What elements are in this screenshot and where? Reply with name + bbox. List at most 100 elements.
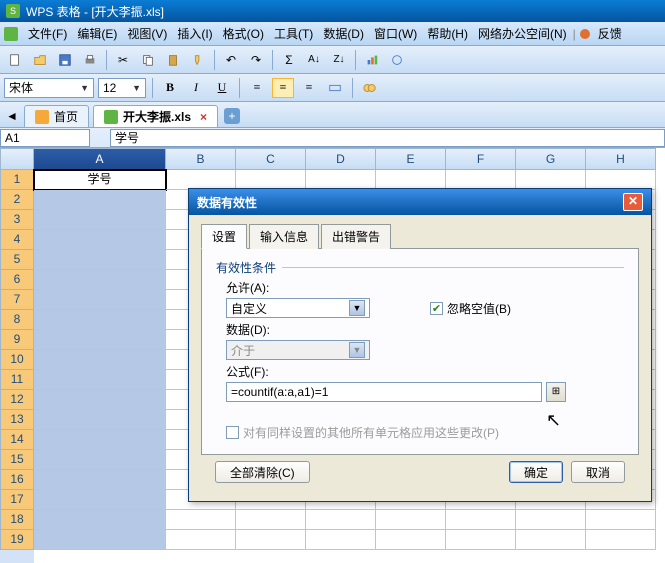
- cancel-button[interactable]: 取消: [571, 461, 625, 483]
- tab-document[interactable]: 开大李振.xls×: [93, 105, 218, 127]
- align-left-button[interactable]: ≡: [246, 78, 268, 98]
- save-button[interactable]: [54, 49, 76, 71]
- sort-asc-button[interactable]: A↓: [303, 49, 325, 71]
- cut-button[interactable]: ✂: [112, 49, 134, 71]
- open-button[interactable]: [29, 49, 51, 71]
- cell[interactable]: [376, 530, 446, 550]
- dialog-title-bar[interactable]: 数据有效性 ✕: [189, 189, 651, 215]
- cell[interactable]: [306, 170, 376, 190]
- menu-data[interactable]: 数据(D): [319, 23, 368, 44]
- row-header[interactable]: 3: [0, 210, 34, 230]
- row-header[interactable]: 9: [0, 330, 34, 350]
- cell[interactable]: [34, 370, 166, 390]
- drawing-button[interactable]: [386, 49, 408, 71]
- bold-button[interactable]: B: [159, 78, 181, 98]
- row-header[interactable]: 2: [0, 190, 34, 210]
- cell[interactable]: [516, 170, 586, 190]
- formula-input[interactable]: =countif(a:a,a1)=1: [226, 382, 542, 402]
- align-center-button[interactable]: ≡: [272, 78, 294, 98]
- format-painter-button[interactable]: [187, 49, 209, 71]
- row-header[interactable]: 18: [0, 510, 34, 530]
- cell[interactable]: [376, 510, 446, 530]
- cell-a1[interactable]: 学号: [34, 170, 166, 190]
- col-header[interactable]: B: [166, 148, 236, 170]
- dialog-close-button[interactable]: ✕: [623, 193, 643, 211]
- menu-feedback[interactable]: 反馈: [594, 23, 626, 44]
- name-box[interactable]: A1: [0, 129, 90, 147]
- col-header[interactable]: G: [516, 148, 586, 170]
- cell[interactable]: [34, 350, 166, 370]
- row-header[interactable]: 8: [0, 310, 34, 330]
- cell[interactable]: [34, 250, 166, 270]
- cell[interactable]: [34, 490, 166, 510]
- currency-button[interactable]: [359, 78, 381, 98]
- cell[interactable]: [166, 510, 236, 530]
- cell[interactable]: [34, 290, 166, 310]
- cell[interactable]: [236, 510, 306, 530]
- tab-input-message[interactable]: 输入信息: [249, 224, 319, 249]
- formula-bar[interactable]: 学号: [110, 129, 665, 147]
- cell[interactable]: [34, 190, 166, 210]
- cell[interactable]: [34, 450, 166, 470]
- align-right-button[interactable]: ≡: [298, 78, 320, 98]
- row-header[interactable]: 14: [0, 430, 34, 450]
- cell[interactable]: [306, 510, 376, 530]
- close-icon[interactable]: ×: [200, 110, 207, 124]
- menu-view[interactable]: 视图(V): [123, 23, 171, 44]
- undo-button[interactable]: ↶: [220, 49, 242, 71]
- menu-format[interactable]: 格式(O): [219, 23, 268, 44]
- menu-file[interactable]: 文件(F): [24, 23, 71, 44]
- col-header[interactable]: E: [376, 148, 446, 170]
- sort-desc-button[interactable]: Z↓: [328, 49, 350, 71]
- cell[interactable]: [34, 410, 166, 430]
- cell[interactable]: [446, 530, 516, 550]
- row-header[interactable]: 4: [0, 230, 34, 250]
- cell[interactable]: [34, 310, 166, 330]
- row-header[interactable]: 7: [0, 290, 34, 310]
- row-header[interactable]: 11: [0, 370, 34, 390]
- cell[interactable]: [516, 510, 586, 530]
- menu-edit[interactable]: 编辑(E): [73, 23, 121, 44]
- col-header[interactable]: F: [446, 148, 516, 170]
- merge-button[interactable]: [324, 78, 346, 98]
- row-header[interactable]: 1: [0, 170, 34, 190]
- row-header[interactable]: 5: [0, 250, 34, 270]
- cell[interactable]: [34, 210, 166, 230]
- new-button[interactable]: [4, 49, 26, 71]
- allow-select[interactable]: 自定义▼: [226, 298, 370, 318]
- col-header[interactable]: C: [236, 148, 306, 170]
- cell[interactable]: [34, 230, 166, 250]
- row-header[interactable]: 10: [0, 350, 34, 370]
- cell[interactable]: [446, 170, 516, 190]
- cell[interactable]: [586, 530, 656, 550]
- tab-settings[interactable]: 设置: [201, 224, 247, 249]
- cell[interactable]: [236, 170, 306, 190]
- tab-error-alert[interactable]: 出错警告: [321, 224, 391, 249]
- cell[interactable]: [516, 530, 586, 550]
- cell[interactable]: [34, 330, 166, 350]
- cell[interactable]: [586, 510, 656, 530]
- cell[interactable]: [306, 530, 376, 550]
- tab-back-button[interactable]: ◄: [4, 108, 20, 124]
- menu-help[interactable]: 帮助(H): [423, 23, 472, 44]
- print-button[interactable]: [79, 49, 101, 71]
- cell[interactable]: [586, 170, 656, 190]
- menu-insert[interactable]: 插入(I): [173, 23, 216, 44]
- col-header[interactable]: A: [34, 148, 166, 170]
- col-header[interactable]: D: [306, 148, 376, 170]
- redo-button[interactable]: ↷: [245, 49, 267, 71]
- col-header[interactable]: H: [586, 148, 656, 170]
- cell[interactable]: [34, 430, 166, 450]
- menu-online[interactable]: 网络办公空间(N): [474, 23, 571, 44]
- row-header[interactable]: 16: [0, 470, 34, 490]
- row-header[interactable]: 19: [0, 530, 34, 550]
- cell[interactable]: [166, 170, 236, 190]
- chart-button[interactable]: [361, 49, 383, 71]
- cell[interactable]: [236, 530, 306, 550]
- row-header[interactable]: 12: [0, 390, 34, 410]
- new-tab-button[interactable]: +: [224, 108, 240, 124]
- select-all-corner[interactable]: [0, 148, 34, 170]
- italic-button[interactable]: I: [185, 78, 207, 98]
- ignore-blank-checkbox[interactable]: ✔忽略空值(B): [430, 300, 511, 317]
- cell[interactable]: [34, 510, 166, 530]
